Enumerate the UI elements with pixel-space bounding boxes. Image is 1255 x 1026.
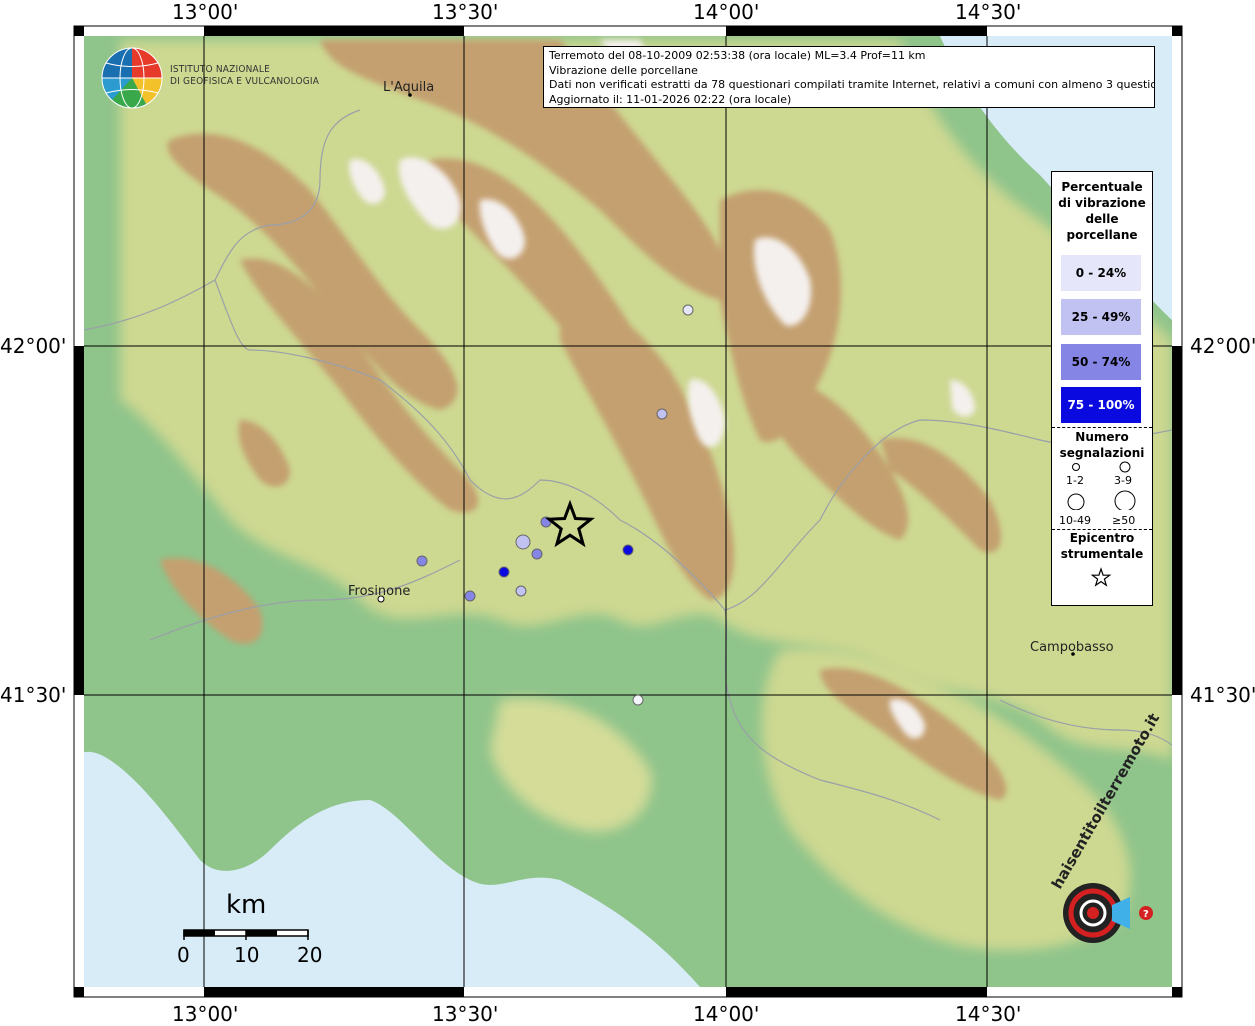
- obs-point[interactable]: [515, 585, 527, 597]
- obs-point[interactable]: [622, 544, 634, 556]
- obs-point[interactable]: [531, 548, 543, 560]
- ingv-globe-icon: [101, 47, 163, 109]
- legend-title-line2: di vibrazione: [1058, 196, 1146, 210]
- svg-text:?: ?: [1143, 909, 1149, 920]
- city-label-frosinone: Frosinone: [348, 584, 411, 599]
- scale-unit: km: [226, 890, 267, 920]
- obs-point[interactable]: [632, 694, 644, 706]
- ingv-name: ISTITUTO NAZIONALE DI GEOFISICA E VULCAN…: [170, 64, 319, 88]
- event-info-line4: Aggiornato il: 11-01-2026 02:22 (ora loc…: [549, 92, 792, 106]
- legend-class-3: 50 - 74%: [1061, 344, 1141, 380]
- legend-title-line1: Percentuale: [1061, 180, 1143, 194]
- legend-count-3: 10-49: [1059, 514, 1091, 527]
- event-info-box: Terremoto del 08-10-2009 02:53:38 (ora l…: [543, 46, 1155, 108]
- scale-tick-20: 20: [297, 943, 323, 967]
- event-info-line1: Terremoto del 08-10-2009 02:53:38 (ora l…: [549, 49, 926, 62]
- ingv-name-line2: DI GEOFISICA E VULCANOLOGIA: [170, 76, 320, 87]
- city-label-laquila: L'Aquila: [383, 80, 435, 95]
- legend-count-2: 3-9: [1114, 474, 1132, 487]
- legend-star-icon: [1090, 567, 1112, 587]
- legend-count-4: ≥50: [1112, 514, 1136, 527]
- scale-tick-10: 10: [234, 943, 260, 967]
- ingv-name-line1: ISTITUTO NAZIONALE: [170, 64, 270, 75]
- legend-class-1: 0 - 24%: [1061, 255, 1141, 291]
- event-info-line3: Dati non verificati estratti da 78 quest…: [549, 78, 1155, 91]
- legend-title-line4: porcellane: [1066, 228, 1138, 242]
- legend-count-title-line1: Numero: [1075, 430, 1129, 444]
- legend-epicenter-title: Epicentro strumentale: [1052, 530, 1152, 562]
- legend-class-4: 75 - 100%: [1061, 387, 1141, 423]
- city-label-campobasso: Campobasso: [1030, 640, 1114, 655]
- obs-point[interactable]: [656, 408, 668, 420]
- scale-tick-0: 0: [177, 943, 190, 967]
- obs-point[interactable]: [416, 555, 428, 567]
- legend-divider: [1052, 427, 1152, 428]
- obs-point[interactable]: [498, 566, 510, 578]
- obs-point[interactable]: [515, 534, 531, 550]
- legend-title: Percentuale di vibrazione delle porcella…: [1052, 179, 1152, 243]
- legend-epicenter-line1: Epicentro: [1069, 531, 1135, 545]
- obs-point[interactable]: [464, 590, 476, 602]
- terrain: [84, 36, 1172, 987]
- legend-panel: Percentuale di vibrazione delle porcella…: [1051, 171, 1153, 606]
- legend-class-2: 25 - 49%: [1061, 299, 1141, 335]
- legend-title-line3: delle: [1085, 212, 1119, 226]
- event-info-line2: Vibrazione delle porcellane: [549, 63, 698, 77]
- legend-count-title-line2: segnalazioni: [1059, 446, 1145, 460]
- obs-point[interactable]: [682, 304, 694, 316]
- legend-epicenter-line2: strumentale: [1060, 547, 1144, 561]
- legend-count-1: 1-2: [1066, 474, 1084, 487]
- legend-count-title: Numero segnalazioni: [1052, 429, 1152, 461]
